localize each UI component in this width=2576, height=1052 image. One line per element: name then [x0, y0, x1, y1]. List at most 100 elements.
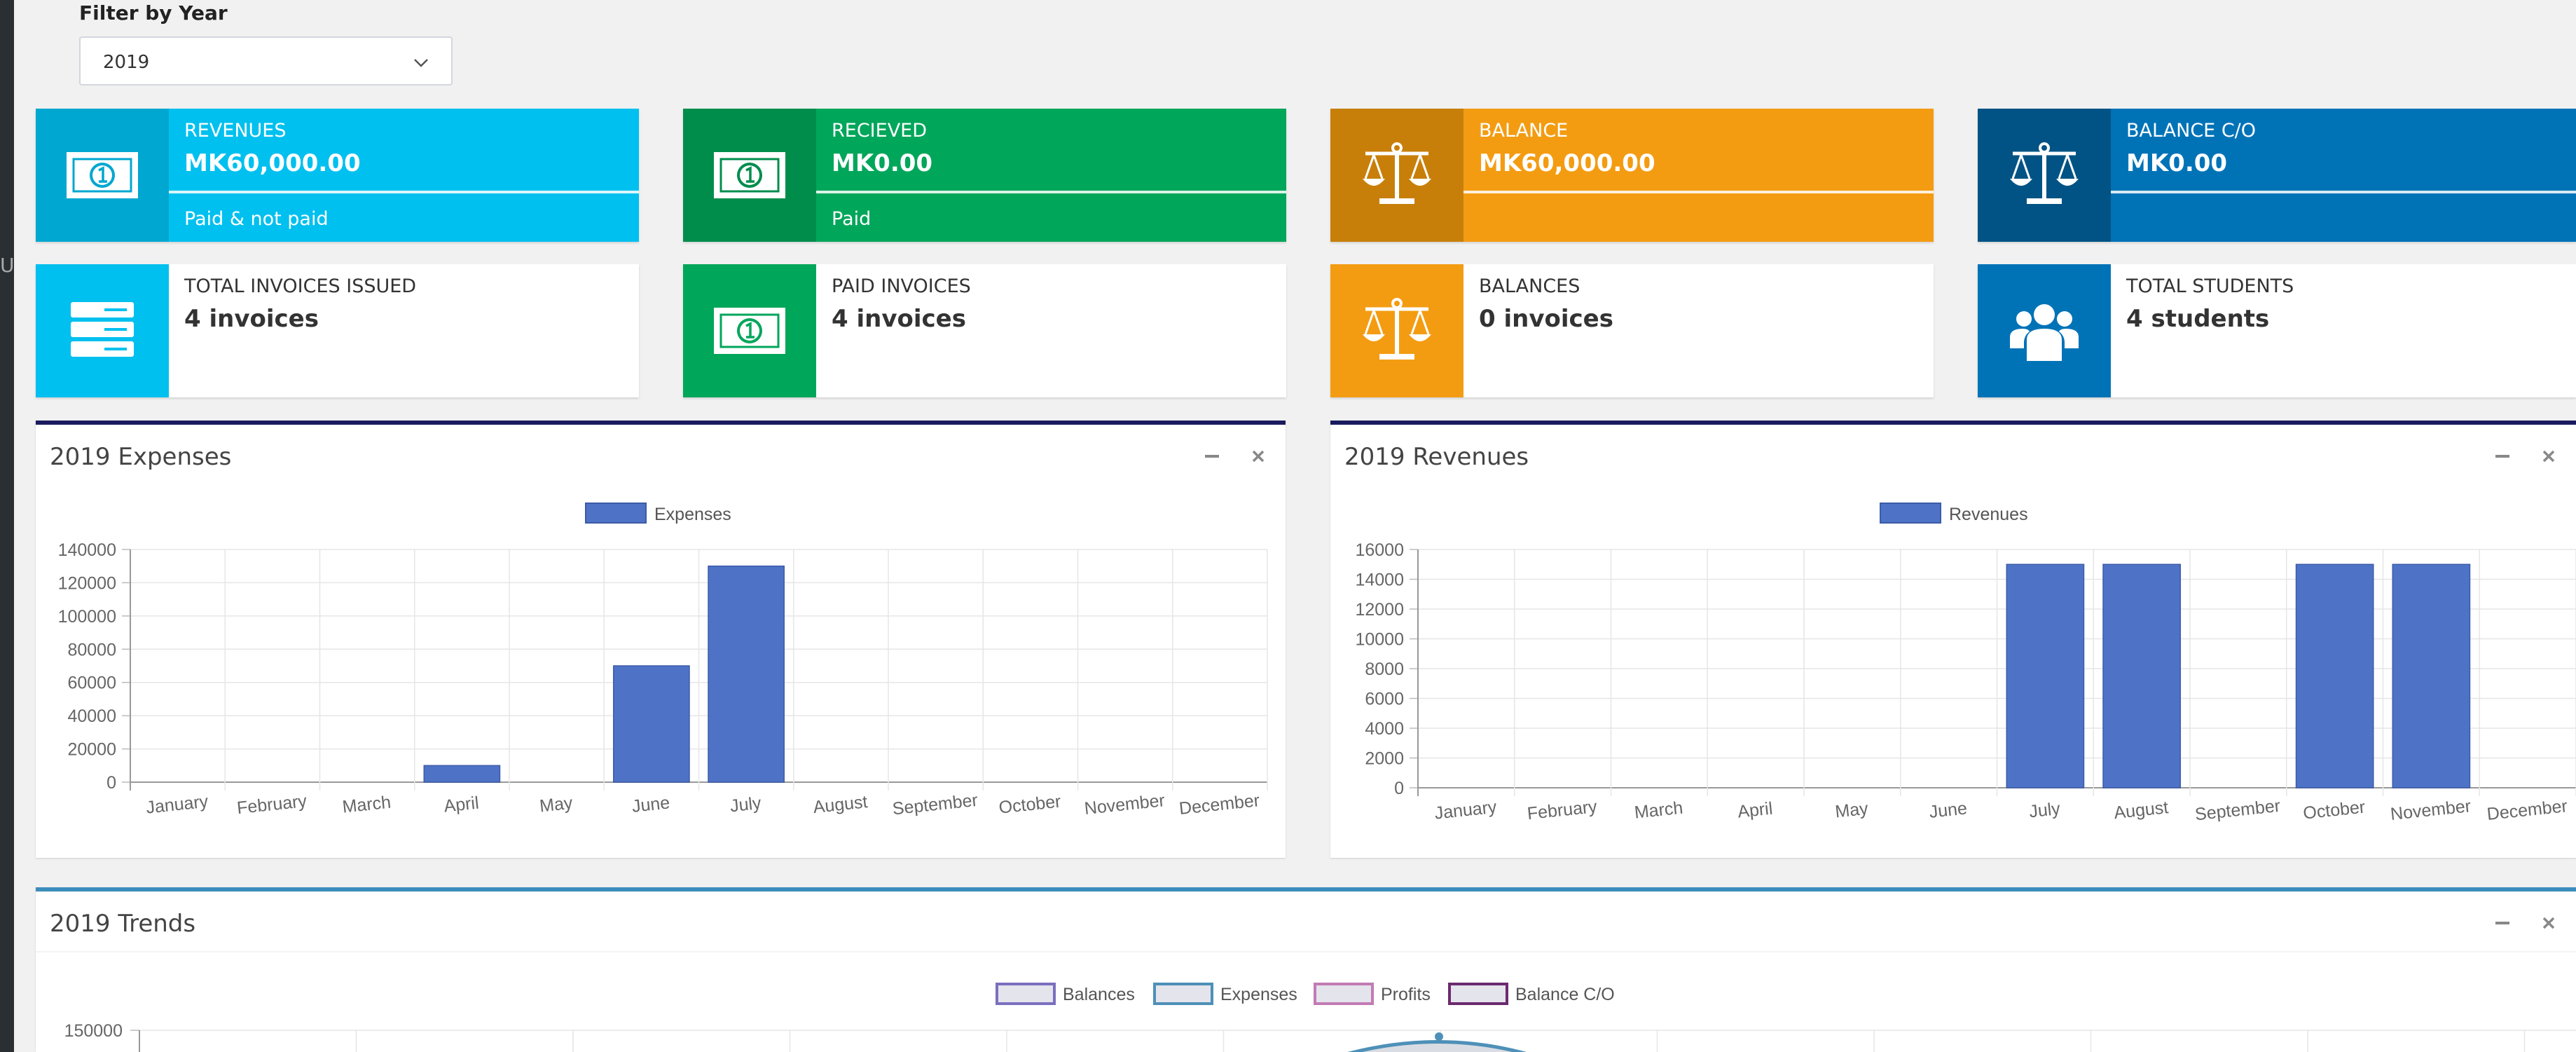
- revenues-box-title: 2019 Revenues: [1344, 443, 1529, 471]
- y-tick-label: 0: [106, 773, 116, 793]
- y-tick-label: 0: [1394, 779, 1404, 798]
- y-tick-label: 8000: [1365, 660, 1404, 679]
- info-box-balance: BALANCE MK60,000.00: [1330, 109, 1934, 242]
- collapse-button[interactable]: [1201, 446, 1222, 467]
- legend-item[interactable]: Expenses: [585, 503, 731, 524]
- legend-label: Balances: [1063, 985, 1135, 1004]
- expenses-box-title: 2019 Expenses: [50, 443, 232, 471]
- info-box-total-invoices: TOTAL INVOICES ISSUED 4 invoices: [36, 264, 639, 397]
- y-tick-label: 4000: [1365, 719, 1404, 739]
- y-tick-label: 6000: [1365, 690, 1404, 709]
- y-tick-label: 2000: [1365, 749, 1404, 769]
- x-tick-label: November: [2390, 796, 2472, 824]
- bar[interactable]: [613, 665, 690, 783]
- info-box-label: REVENUES: [184, 120, 287, 142]
- balance-scale-icon: [1363, 142, 1431, 204]
- info-box-value: MK0.00: [2126, 149, 2228, 177]
- y-tick-label: 120000: [58, 573, 116, 593]
- y-tick-label: 150000: [64, 1021, 123, 1041]
- trends-chart: Balances Expenses Profits Balance C/O 150000: [64, 983, 2576, 1052]
- y-tick-label: 80000: [67, 640, 116, 660]
- x-tick-label: June: [1928, 798, 1968, 822]
- y-tick-label: 10000: [1355, 630, 1404, 650]
- legend-item[interactable]: Balances: [996, 983, 1135, 1005]
- legend-label: Profits: [1381, 985, 1431, 1004]
- collapse-button[interactable]: [2492, 913, 2513, 934]
- legend-label: Balance C/O: [1515, 985, 1615, 1004]
- legend-item[interactable]: Balance C/O: [1448, 983, 1615, 1005]
- trends-box: 2019 Trends Balances Expenses Profits Balan…: [36, 887, 2576, 1052]
- x-tick-label: May: [539, 793, 574, 817]
- info-box-value: 4 invoices: [184, 305, 319, 333]
- money-icon: [714, 152, 785, 198]
- x-tick-label: August: [2113, 798, 2169, 823]
- bar[interactable]: [2392, 563, 2471, 788]
- legend-item[interactable]: Revenues: [1880, 503, 2028, 524]
- filter-year-label: Filter by Year: [79, 1, 228, 25]
- legend-item[interactable]: Expenses: [1153, 983, 1297, 1005]
- info-box-paid-invoices: PAID INVOICES 4 invoices: [683, 264, 1286, 397]
- y-tick-label: 14000: [1355, 571, 1404, 590]
- info-box-value: 4 students: [2126, 305, 2270, 333]
- expenses-chart: Expenses 0 20000 40000 60000 80000 100000 12000…: [58, 503, 1268, 819]
- legend-label: Expenses: [1220, 985, 1297, 1004]
- info-box-total-students: TOTAL STUDENTS 4 students: [1978, 264, 2576, 397]
- info-box-label: BALANCES: [1479, 275, 1580, 297]
- bar[interactable]: [2295, 563, 2374, 788]
- x-tick-label: November: [1083, 791, 1166, 819]
- remove-button[interactable]: [2538, 913, 2559, 934]
- info-box-revenues: REVENUES MK60,000.00 Paid & not paid: [36, 109, 639, 242]
- legend-label: Expenses: [654, 505, 731, 524]
- x-tick-label: October: [2302, 797, 2366, 823]
- y-tick-label: 140000: [58, 540, 116, 560]
- x-tick-label: July: [2028, 799, 2062, 822]
- bar[interactable]: [2102, 563, 2181, 788]
- chevron-down-icon: [414, 59, 428, 67]
- x-tick-label: September: [892, 791, 979, 819]
- legend-swatch: [1880, 503, 1941, 524]
- remove-button[interactable]: [2538, 446, 2559, 467]
- x-tick-label: January: [1433, 797, 1498, 823]
- remove-button[interactable]: [1248, 446, 1269, 467]
- users-icon: [2010, 304, 2079, 361]
- year-select-value: 2019: [103, 52, 150, 73]
- revenues-chart: Revenues 0 2000 4000 6000 8000 10000 12000 14000…: [1355, 503, 2576, 824]
- info-box-progress: [2111, 191, 2576, 193]
- balance-scale-icon: [1363, 298, 1431, 360]
- x-tick-label: April: [443, 793, 480, 817]
- x-tick-label: March: [1634, 798, 1684, 822]
- data-point[interactable]: [1435, 1032, 1443, 1041]
- info-box-balance-co: BALANCE C/O MK0.00: [1978, 109, 2576, 242]
- y-tick-label: 60000: [67, 674, 116, 693]
- info-box-label: TOTAL INVOICES ISSUED: [184, 275, 417, 297]
- info-box-label: RECIEVED: [832, 120, 928, 142]
- info-box-value: 4 invoices: [832, 305, 966, 333]
- x-tick-label: May: [1834, 799, 1869, 822]
- year-select[interactable]: 2019: [79, 36, 453, 86]
- bar[interactable]: [423, 765, 501, 783]
- legend-swatch: [1314, 983, 1374, 1005]
- legend-swatch: [1448, 983, 1508, 1005]
- legend-swatch: [1153, 983, 1213, 1005]
- trends-box-title: 2019 Trends: [50, 910, 196, 938]
- info-box-label: TOTAL STUDENTS: [2126, 275, 2294, 297]
- info-box-value: MK60,000.00: [184, 149, 361, 177]
- info-box-progress: [169, 191, 639, 193]
- info-box-label: BALANCE C/O: [2126, 120, 2257, 142]
- minus-icon: [2495, 455, 2509, 458]
- info-box-label: PAID INVOICES: [832, 275, 971, 297]
- bar[interactable]: [708, 565, 785, 783]
- legend-item[interactable]: Profits: [1314, 983, 1431, 1005]
- collapse-button[interactable]: [2492, 446, 2513, 467]
- legend-swatch: [585, 503, 647, 524]
- x-tick-label: January: [145, 791, 209, 817]
- series-line-expenses: [1347, 1040, 1527, 1052]
- y-tick-label: 100000: [58, 607, 116, 627]
- x-tick-label: July: [729, 793, 763, 817]
- info-box-progress: [816, 191, 1286, 193]
- y-tick-label: 12000: [1355, 600, 1404, 620]
- bar[interactable]: [2006, 563, 2085, 788]
- money-icon: [67, 152, 138, 198]
- info-box-description: Paid & not paid: [184, 208, 329, 230]
- revenues-box: 2019 Revenues Revenues 0 2000 4000 6000 8000 1…: [1330, 421, 2576, 858]
